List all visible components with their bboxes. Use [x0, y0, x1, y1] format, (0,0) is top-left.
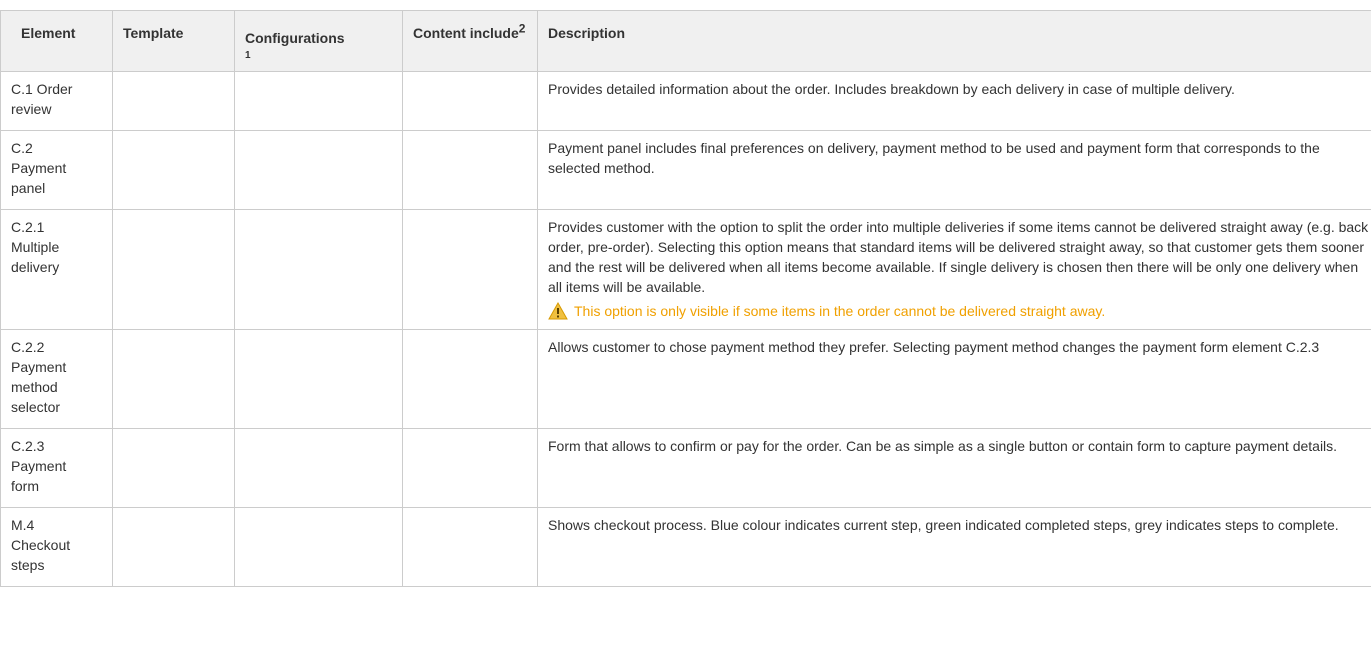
description-text: Provides customer with the option to spl… [548, 219, 1369, 295]
table-row: C.2 Payment panel Payment panel includes… [0, 130, 1371, 210]
cell-element: C.2.3 Payment form [0, 428, 113, 508]
cell-content-include [402, 209, 538, 330]
header-description: Description [537, 10, 1371, 72]
table-header-row: Element Template Configurations 1 Conten… [0, 10, 1371, 72]
element-spec-table: Element Template Configurations 1 Conten… [0, 10, 1371, 587]
table-row: C.1 Order review Provides detailed infor… [0, 71, 1371, 131]
cell-configurations [234, 507, 403, 587]
cell-element: C.2.1 Multiple delivery [0, 209, 113, 330]
cell-configurations [234, 428, 403, 508]
cell-configurations [234, 209, 403, 330]
cell-description: Allows customer to chose payment method … [537, 329, 1371, 429]
header-configurations-note: 1 [245, 50, 251, 61]
cell-content-include [402, 507, 538, 587]
warning-icon [548, 302, 568, 320]
header-content-include-label: Content include [413, 25, 519, 41]
cell-configurations [234, 130, 403, 210]
cell-template [112, 209, 235, 330]
cell-content-include [402, 329, 538, 429]
table-row: C.2.3 Payment form Form that allows to c… [0, 428, 1371, 508]
cell-template [112, 428, 235, 508]
cell-element: C.2 Payment panel [0, 130, 113, 210]
header-content-include: Content include2 [402, 10, 538, 72]
cell-description: Provides detailed information about the … [537, 71, 1371, 131]
table-row: M.4 Checkout steps Shows checkout proces… [0, 507, 1371, 587]
header-content-include-note: 2 [518, 21, 526, 36]
cell-configurations [234, 71, 403, 131]
cell-description: Payment panel includes final preferences… [537, 130, 1371, 210]
header-configurations-label: Configurations [245, 30, 345, 46]
cell-content-include [402, 130, 538, 210]
cell-configurations [234, 329, 403, 429]
cell-template [112, 71, 235, 131]
cell-template [112, 507, 235, 587]
cell-description: Form that allows to confirm or pay for t… [537, 428, 1371, 508]
cell-content-include [402, 428, 538, 508]
cell-element: C.1 Order review [0, 71, 113, 131]
cell-content-include [402, 71, 538, 131]
cell-element: M.4 Checkout steps [0, 507, 113, 587]
cell-description: Shows checkout process. Blue colour indi… [537, 507, 1371, 587]
cell-template [112, 130, 235, 210]
cell-template [112, 329, 235, 429]
table-row: C.2.2 Payment method selector Allows cus… [0, 329, 1371, 429]
table-row: C.2.1 Multiple delivery Provides custome… [0, 209, 1371, 330]
warning-note: This option is only visible if some item… [548, 300, 1370, 322]
cell-element: C.2.2 Payment method selector [0, 329, 113, 429]
header-element: Element [0, 10, 113, 72]
header-configurations: Configurations 1 [234, 10, 403, 72]
cell-description: Provides customer with the option to spl… [537, 209, 1371, 330]
warning-text: This option is only visible if some item… [574, 303, 1106, 319]
header-template: Template [112, 10, 235, 72]
